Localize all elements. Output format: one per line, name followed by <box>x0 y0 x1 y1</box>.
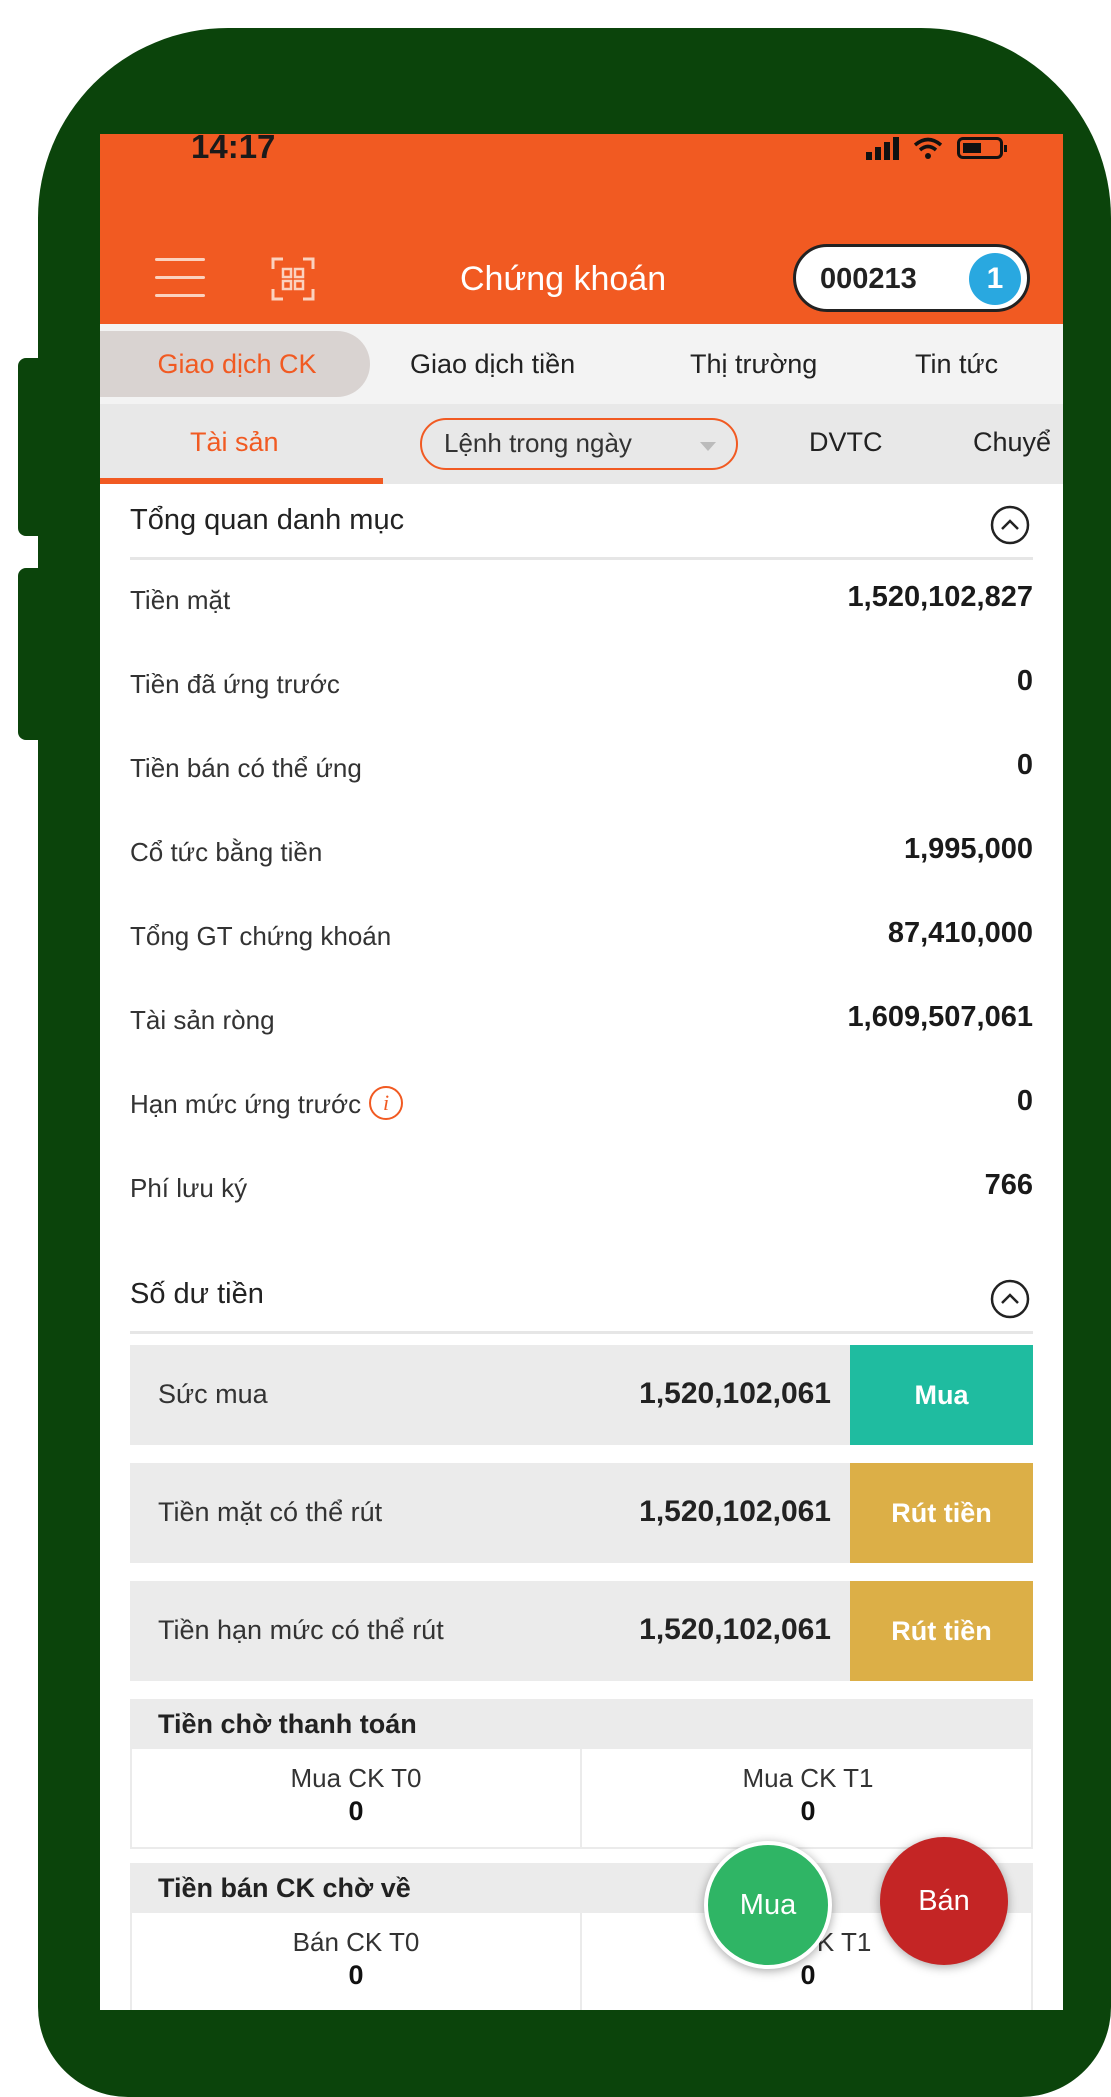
pending-value: 0 <box>348 1796 364 1826</box>
pending-cell: Mua CK T0 0 <box>132 1749 582 1847</box>
pending-cell: Bán CK T0 0 <box>132 1913 582 2010</box>
main-tabs: Giao dịch CK Giao dịch tiền Thị trường T… <box>100 324 1063 404</box>
subtab-lenh-trong-ngay[interactable]: Lệnh trong ngày <box>420 418 738 470</box>
page-title: Chứng khoán <box>460 260 667 298</box>
fab-sell-button[interactable]: Bán <box>880 1837 1008 1965</box>
app-screen: 14:17 Chứng khoán 000213 1 Giao dịch CK … <box>100 134 1063 2010</box>
balance-row: Tiền hạn mức có thể rút 1,520,102,061 Rú… <box>130 1581 1033 1681</box>
row-value: 0 <box>1016 749 1033 781</box>
row-label: Tổng GT chứng khoán <box>130 921 392 951</box>
qr-scan-icon[interactable] <box>270 256 316 302</box>
balance-row: Sức mua 1,520,102,061 Mua <box>130 1345 1033 1445</box>
subtab-dvtc[interactable]: DVTC <box>809 404 883 484</box>
balance-label: Tiền hạn mức có thể rút <box>158 1615 444 1645</box>
account-number: 000213 <box>820 263 917 295</box>
section-title: Số dư tiền <box>130 1278 264 1310</box>
portfolio-row: Hạn mức ứng trước i 0 <box>130 1065 1033 1147</box>
row-label: Tài sản ròng <box>130 1005 275 1035</box>
subtab-label: Lệnh trong ngày <box>444 428 632 458</box>
row-label: Hạn mức ứng trước i <box>130 1086 404 1123</box>
portfolio-row: Cổ tức bằng tiền 1,995,000 <box>130 813 1033 895</box>
portfolio-row: Tổng GT chứng khoán 87,410,000 <box>130 897 1033 979</box>
row-label-text: Hạn mức ứng trước <box>130 1089 362 1119</box>
row-label: Tiền đã ứng trước <box>130 669 340 699</box>
pending-sale-title: Tiền bán CK chờ về <box>158 1873 411 1903</box>
row-value: 766 <box>984 1169 1033 1201</box>
balance-value: 1,520,102,061 <box>639 1613 831 1646</box>
signal-icon <box>866 136 899 160</box>
portfolio-header[interactable]: Tổng quan danh mục <box>130 484 1033 560</box>
row-value: 1,520,102,827 <box>847 581 1033 613</box>
balance-row: Tiền mặt có thể rút 1,520,102,061 Rút ti… <box>130 1463 1033 1563</box>
phone-side-button <box>18 568 48 740</box>
tab-tin-tuc[interactable]: Tin tức <box>915 324 998 404</box>
balance-label: Tiền mặt có thể rút <box>158 1497 383 1527</box>
row-value: 1,609,507,061 <box>847 1001 1033 1033</box>
tab-thi-truong[interactable]: Thị trường <box>690 324 817 404</box>
row-value: 0 <box>1016 665 1033 697</box>
account-badge: 1 <box>969 253 1021 305</box>
row-value: 87,410,000 <box>887 917 1033 949</box>
status-time: 14:17 <box>191 134 276 165</box>
status-bar: 14:17 <box>100 134 1063 170</box>
collapse-icon[interactable] <box>989 504 1031 546</box>
tab-giao-dich-ck[interactable]: Giao dịch CK <box>100 331 370 397</box>
withdraw-limit-button[interactable]: Rút tiền <box>850 1581 1033 1681</box>
balance-value: 1,520,102,061 <box>639 1495 831 1528</box>
portfolio-row: Tiền mặt 1,520,102,827 <box>130 561 1033 643</box>
pending-value: 0 <box>800 1960 816 1990</box>
info-icon[interactable]: i <box>369 1086 404 1121</box>
wifi-icon <box>913 137 943 159</box>
pending-label: Mua CK T0 <box>290 1763 422 1793</box>
portfolio-row: Tiền đã ứng trước 0 <box>130 645 1033 727</box>
subtab-chuyen[interactable]: Chuyể <box>973 404 1051 484</box>
balance-value: 1,520,102,061 <box>639 1377 831 1410</box>
section-title: Tổng quan danh mục <box>130 504 405 536</box>
menu-icon[interactable] <box>155 258 205 298</box>
caret-down-icon <box>700 442 716 451</box>
row-label: Tiền mặt <box>130 585 231 615</box>
pending-payment-grid: Mua CK T0 0 Mua CK T1 0 <box>130 1749 1033 1849</box>
row-label: Tiền bán có thể ứng <box>130 753 362 783</box>
pending-payment-header: Tiền chờ thanh toán <box>130 1699 1033 1749</box>
withdraw-cash-button[interactable]: Rút tiền <box>850 1463 1033 1563</box>
portfolio-row: Tài sản ròng 1,609,507,061 <box>130 981 1033 1063</box>
fab-buy-button[interactable]: Mua <box>704 1841 832 1969</box>
collapse-icon[interactable] <box>989 1278 1031 1320</box>
status-icons <box>866 136 1007 160</box>
account-selector[interactable]: 000213 1 <box>793 244 1030 312</box>
balance-label: Sức mua <box>158 1379 268 1409</box>
portfolio-row: Phí lưu ký 766 <box>130 1149 1033 1231</box>
pending-cell: Mua CK T1 0 <box>583 1749 1033 1847</box>
sub-tabs: Tài sản Lệnh trong ngày DVTC Chuyể <box>100 404 1063 484</box>
portfolio-row: Tiền bán có thể ứng 0 <box>130 729 1033 811</box>
tab-giao-dich-tien[interactable]: Giao dịch tiền <box>410 324 575 404</box>
row-value: 1,995,000 <box>903 833 1033 865</box>
pending-value: 0 <box>800 1796 816 1826</box>
battery-icon <box>957 137 1007 159</box>
row-label: Phí lưu ký <box>130 1173 248 1203</box>
pending-value: 0 <box>348 1960 364 1990</box>
phone-side-button <box>18 358 48 536</box>
pending-label: Bán CK T0 <box>292 1927 420 1957</box>
cash-balance-header[interactable]: Số dư tiền <box>130 1258 1033 1334</box>
subtab-tai-san[interactable]: Tài sản <box>190 404 279 484</box>
buy-button[interactable]: Mua <box>850 1345 1033 1445</box>
row-value: 0 <box>1016 1085 1033 1117</box>
pending-label: Mua CK T1 <box>742 1763 874 1793</box>
pending-payment-title: Tiền chờ thanh toán <box>158 1709 417 1739</box>
row-label: Cổ tức bằng tiền <box>130 837 323 867</box>
app-header: Chứng khoán 000213 1 <box>100 170 1063 324</box>
